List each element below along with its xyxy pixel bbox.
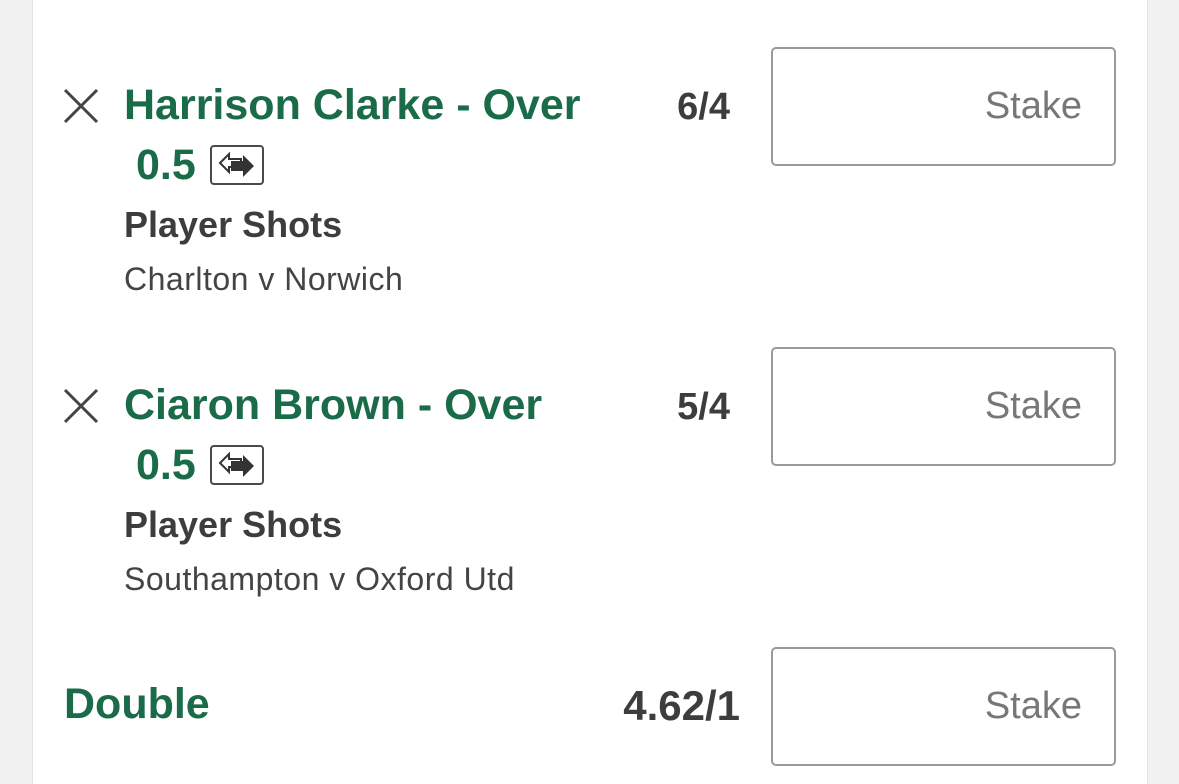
stake-input-double[interactable]	[771, 647, 1116, 766]
close-icon	[63, 388, 99, 424]
stake-input-1[interactable]	[771, 47, 1116, 166]
selection-1-handicap: 0.5	[136, 140, 196, 189]
stake-input-2[interactable]	[771, 347, 1116, 466]
double-label: Double	[64, 680, 210, 728]
remove-selection-1-button[interactable]	[63, 88, 99, 124]
double-odds: 4.62/1	[623, 682, 740, 729]
selection-1-market: Player Shots	[124, 204, 343, 245]
close-icon	[63, 88, 99, 124]
selection-1-odds: 6/4	[677, 86, 730, 128]
selection-1-name: Harrison Clarke - Over	[124, 81, 581, 129]
selection-2-name: Ciaron Brown - Over	[124, 381, 543, 429]
selection-1-event: Charlton v Norwich	[124, 261, 404, 297]
swap-arrow-icon[interactable]	[209, 445, 264, 485]
selection-2-handicap: 0.5	[136, 440, 196, 489]
swap-arrow-icon[interactable]	[209, 145, 264, 185]
selection-2-event: Southampton v Oxford Utd	[124, 561, 515, 597]
selection-2-odds: 5/4	[677, 386, 730, 428]
remove-selection-2-button[interactable]	[63, 388, 99, 424]
selection-2-line2: 0.5	[136, 435, 264, 495]
selection-2-market: Player Shots	[124, 504, 343, 545]
selection-1-line2: 0.5	[136, 135, 264, 195]
